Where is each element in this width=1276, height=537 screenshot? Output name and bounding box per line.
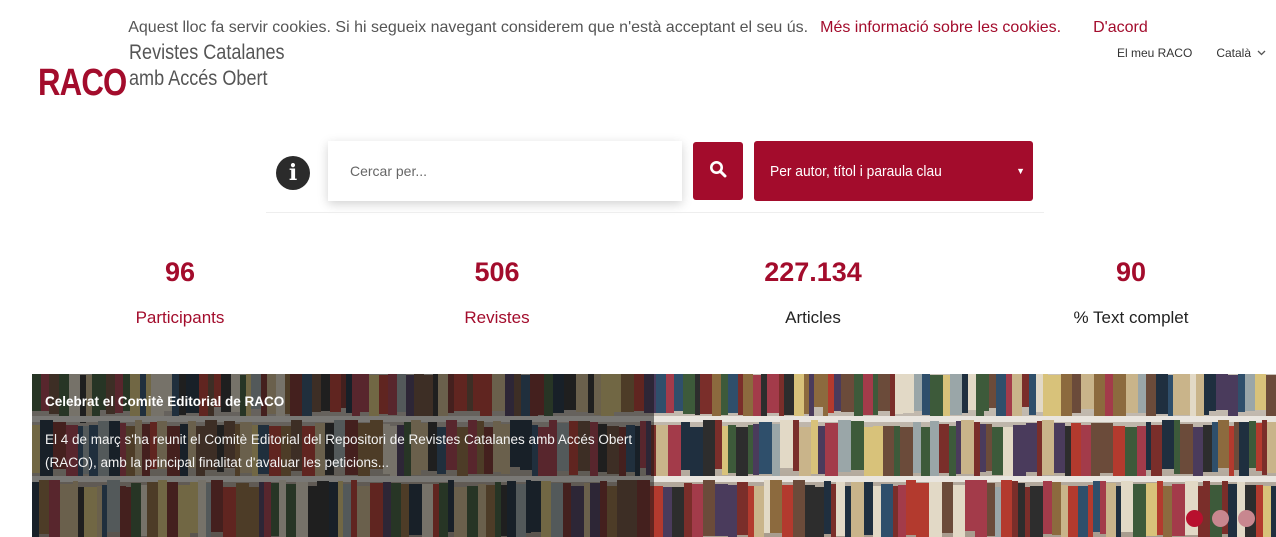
cookie-message: Aquest lloc fa servir cookies. Si hi seg… <box>128 19 809 36</box>
carousel-dot-3[interactable] <box>1238 510 1255 527</box>
caret-down-icon: ▼ <box>1016 166 1025 176</box>
tagline-line-2: amb Accés Obert <box>129 67 268 90</box>
language-label: Català <box>1216 46 1251 60</box>
stat-participants: 96 Participants <box>50 256 310 328</box>
top-nav: El meu RACO Català <box>1117 46 1266 60</box>
stat-revistes: 506 Revistes <box>367 256 627 328</box>
stat-text-complet: 90 % Text complet <box>1001 256 1261 328</box>
search-button[interactable] <box>693 142 743 200</box>
banner-text: El 4 de març s'ha reunit el Comitè Edito… <box>45 432 633 470</box>
cookie-bar: Aquest lloc fa servir cookies. Si hi seg… <box>20 14 1256 42</box>
stat-label-revistes[interactable]: Revistes <box>367 308 627 328</box>
carousel-dot-1[interactable] <box>1186 510 1203 527</box>
search-divider <box>266 212 1044 213</box>
stat-value: 506 <box>474 257 520 287</box>
search-type-select[interactable]: Per autor, títol i paraula clau ▼ <box>754 141 1033 201</box>
carousel-indicators <box>1186 510 1255 527</box>
stat-label-articles: Articles <box>785 308 841 327</box>
stat-value: 227.134 <box>764 257 862 287</box>
cookie-accept-button[interactable]: D'acord <box>1093 19 1148 37</box>
my-raco-link[interactable]: El meu RACO <box>1117 46 1192 60</box>
banner-title[interactable]: Celebrat el Comitè Editorial de RACO <box>45 394 284 409</box>
search-type-label: Per autor, títol i paraula clau <box>770 162 942 180</box>
cookie-more-info-link[interactable]: Més informació sobre les cookies. <box>820 19 1061 37</box>
stat-value: 90 <box>1115 257 1147 287</box>
site-tagline: Revistes Catalanes amb Accés Obert <box>129 40 285 92</box>
news-carousel[interactable]: Celebrat el Comitè Editorial de RACO El … <box>32 374 1276 537</box>
stat-label-participants[interactable]: Participants <box>50 308 310 328</box>
search-input[interactable] <box>328 141 682 201</box>
stat-articles: 227.134 Articles <box>683 256 943 328</box>
info-icon[interactable]: i <box>276 156 310 190</box>
banner-caption-overlay: Celebrat el Comitè Editorial de RACO El … <box>32 374 654 537</box>
search-area: i Per autor, títol i paraula clau ▼ <box>266 141 1044 213</box>
tagline-line-1: Revistes Catalanes <box>129 41 285 64</box>
stat-label-text-complet: % Text complet <box>1073 308 1189 327</box>
carousel-dot-2[interactable] <box>1212 510 1229 527</box>
raco-logo: RACO <box>38 62 127 104</box>
stat-value: 96 <box>164 257 196 287</box>
chevron-down-icon <box>1257 48 1266 59</box>
language-selector[interactable]: Català <box>1216 46 1266 60</box>
search-icon <box>709 160 727 183</box>
